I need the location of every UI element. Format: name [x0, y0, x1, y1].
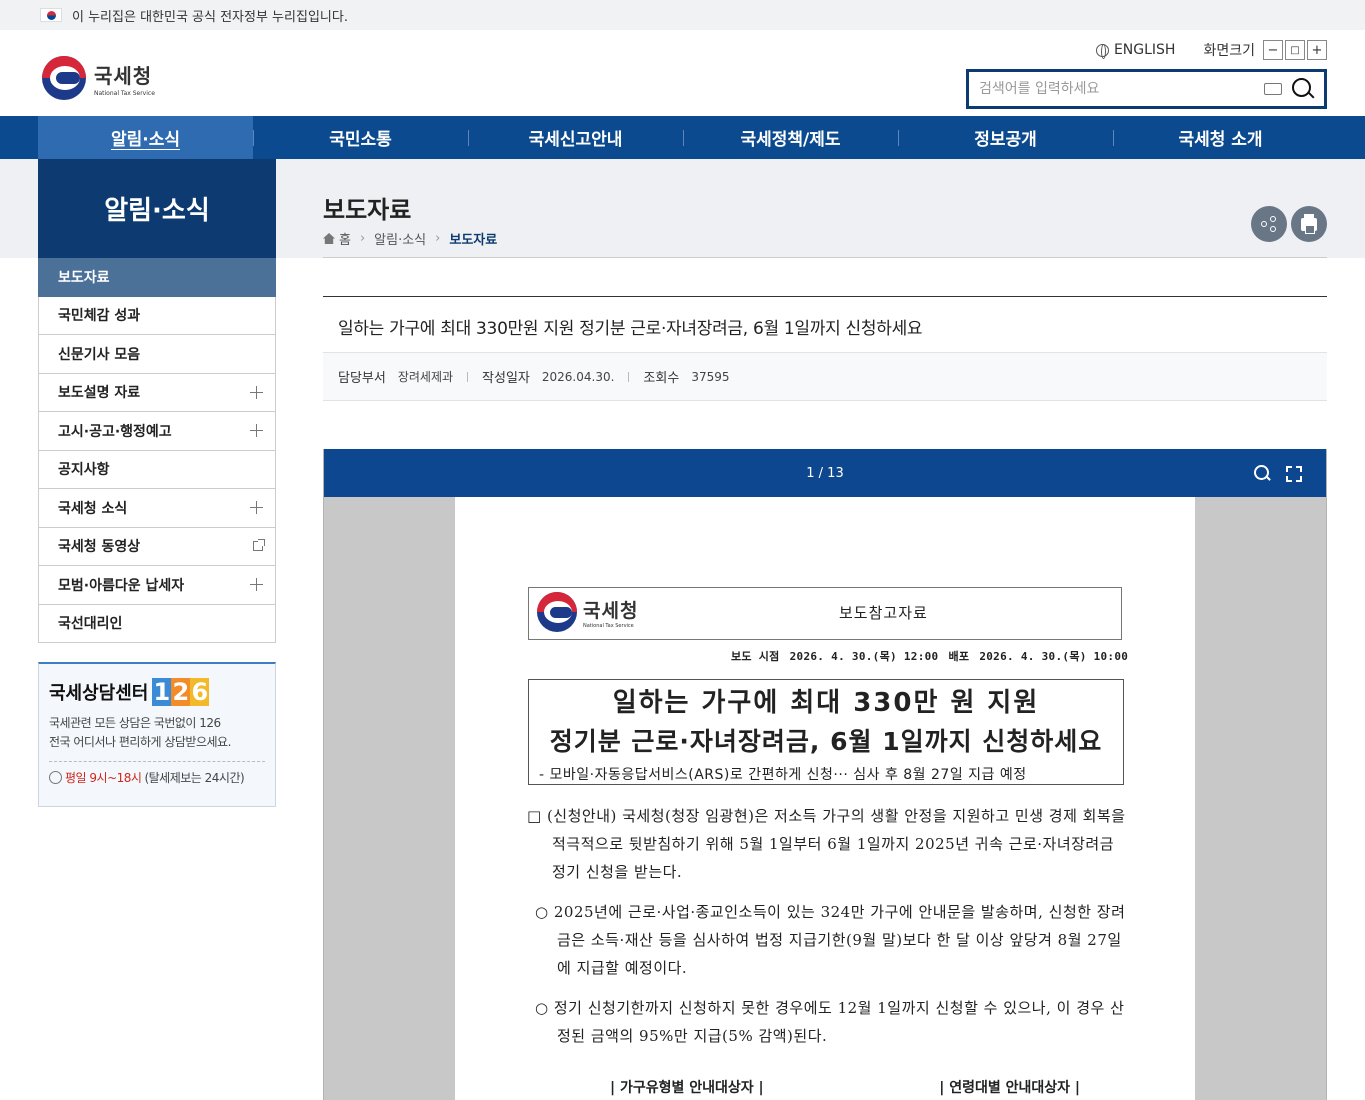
views-label: 조회수 — [643, 371, 680, 386]
counsel-hours: 평일 9시~18시 — [65, 771, 142, 785]
counsel-hours-note: (탈세제보는 24시간) — [144, 771, 245, 785]
lnb-item-model-taxpayer[interactable]: 모범·아름다운 납세자 — [38, 566, 276, 605]
chevron-right-icon: › — [435, 231, 441, 246]
doc-release-info: 보도 시점 2026. 4. 30.(목) 12:00 배포 2026. 4. 30.… — [731, 650, 1129, 663]
post-title: 일하는 가구에 최대 330만원 지원 정기분 근로·자녀장려금, 6월 1일까… — [323, 296, 1327, 353]
doc-logo-english: National Tax Service — [583, 622, 634, 629]
nts-logo[interactable]: 국세청 National Tax Service — [42, 56, 155, 100]
breadcrumb-news[interactable]: 알림·소식 — [374, 229, 426, 248]
doc-table-headers: | 가구유형별 안내대상자 | | 연령대별 안내대상자 | — [610, 1077, 1080, 1097]
breadcrumb: 홈 › 알림·소식 › 보도자료 — [323, 229, 497, 248]
gov-banner: 이 누리집은 대한민국 공식 전자정부 누리집입니다. — [0, 0, 1365, 30]
doc-table-heading-household: | 가구유형별 안내대상자 | — [610, 1080, 764, 1096]
views-value: 37595 — [691, 369, 730, 384]
home-icon — [323, 233, 335, 244]
lnb-item-videos[interactable]: 국세청 동영상 — [38, 527, 276, 566]
taegeuk-logo-icon — [42, 56, 86, 100]
lnb-item-notices-announcements[interactable]: 고시·공고·행정예고 — [38, 412, 276, 451]
breadcrumb-home[interactable]: 홈 — [339, 229, 351, 248]
font-increase-button[interactable]: + — [1307, 40, 1327, 60]
expand-plus-icon[interactable] — [250, 501, 263, 514]
lnb-item-public-agent[interactable]: 국선대리인 — [38, 604, 276, 643]
viewer-toolbar: 1 / 13 — [324, 449, 1326, 497]
font-reset-button[interactable]: □ — [1285, 40, 1305, 60]
divider — [323, 257, 1327, 258]
main-nav: 알림·소식 국민소통 국세신고안내 국세정책/제도 정보공개 국세청 소개 — [0, 116, 1365, 159]
korea-flag-icon — [40, 8, 62, 22]
doc-table-heading-age: | 연령대별 안내대상자 | — [939, 1080, 1080, 1096]
lnb-item-performance[interactable]: 국민체감 성과 — [38, 296, 276, 335]
font-size-label: 화면크기 — [1203, 43, 1255, 59]
doc-title-line2: 정기분 근로·자녀장려금, 6월 1일까지 신청하세요 — [549, 727, 1103, 756]
date-value: 2026.04.30. — [541, 369, 615, 384]
share-icon — [1261, 216, 1277, 232]
logo-korean: 국세청 — [94, 63, 153, 88]
nav-item-disclosure[interactable]: 정보공개 — [898, 116, 1113, 159]
expand-plus-icon[interactable] — [250, 424, 263, 437]
chevron-right-icon: › — [359, 231, 366, 246]
search-box — [966, 69, 1327, 109]
share-button[interactable] — [1251, 206, 1287, 242]
doc-paragraph-3: ○ 정기 신청기한까지 신청하지 못한 경우에도 12월 1일까지 신청할 수 … — [535, 999, 1125, 1045]
doc-title-line1: 일하는 가구에 최대 330만 원 지원 — [612, 688, 1040, 718]
search-input[interactable] — [969, 72, 1264, 106]
clock-icon — [49, 771, 62, 784]
counsel-number: 126 — [152, 678, 210, 706]
dept-value: 장려세제과 — [397, 370, 454, 384]
dept-label: 담당부서 — [338, 371, 386, 386]
lnb-item-news-clips[interactable]: 신문기사 모음 — [38, 335, 276, 374]
doc-paragraph-2: ○ 2025년에 근로·사업·종교인소득이 있는 324만 가구에 안내문을 발… — [535, 903, 1126, 977]
nav-item-about[interactable]: 국세청 소개 — [1113, 116, 1328, 159]
breadcrumb-current: 보도자료 — [449, 233, 498, 248]
side-menu: 보도자료 국민체감 성과 신문기사 모음 보도설명 자료 고시·공고·행정예고 … — [38, 258, 276, 643]
viewer-search-icon[interactable] — [1254, 465, 1270, 481]
doc-type: 보도참고자료 — [839, 604, 928, 622]
date-label: 작성일자 — [482, 371, 530, 386]
counsel-title: 국세상담센터 — [49, 683, 149, 704]
nav-item-news[interactable]: 알림·소식 — [38, 116, 253, 159]
header: 국세청 National Tax Service ENGLISH 화면크기 − … — [0, 30, 1365, 116]
doc-subtitle: - 모바일·자동응답서비스(ARS)로 간편하게 신청··· 심사 후 8월 2… — [539, 767, 1027, 783]
english-link[interactable]: ENGLISH — [1095, 42, 1175, 59]
search-icon[interactable] — [1292, 78, 1314, 100]
page-title: 보도자료 — [323, 196, 412, 224]
utility-bar: ENGLISH 화면크기 − □ + — [1095, 40, 1327, 60]
document-page: 국세청 National Tax Service 보도참고자료 보도 시점 202… — [455, 497, 1195, 1100]
globe-icon — [1095, 43, 1109, 59]
lnb-item-press-explanation[interactable]: 보도설명 자료 — [38, 373, 276, 412]
print-button[interactable] — [1291, 206, 1327, 242]
printer-icon — [1301, 213, 1317, 234]
nav-item-tax-policy[interactable]: 국세정책/제도 — [683, 116, 898, 159]
font-decrease-button[interactable]: − — [1263, 40, 1283, 60]
doc-header: 국세청 National Tax Service 보도참고자료 — [528, 587, 1122, 640]
expand-plus-icon[interactable] — [250, 578, 263, 591]
lnb-item-notice[interactable]: 공지사항 — [38, 450, 276, 489]
lnb-title: 알림·소식 — [38, 159, 276, 258]
counsel-desc-1: 국세관련 모든 상담은 국번없이 126 — [49, 716, 221, 730]
external-link-icon — [253, 538, 265, 551]
page-indicator: 1 / 13 — [806, 465, 844, 481]
nav-item-communication[interactable]: 국민소통 — [253, 116, 468, 159]
taegeuk-logo-icon — [537, 592, 577, 632]
document-viewer[interactable]: 1 / 13 국세청 National Tax Service 보도참고자료 보… — [323, 449, 1327, 1100]
expand-plus-icon[interactable] — [250, 385, 263, 399]
counsel-desc-2: 전국 어디서나 편리하게 상담받으세요. — [49, 735, 231, 749]
doc-title-box: 일하는 가구에 최대 330만 원 지원 정기분 근로·자녀장려금, 6월 1일… — [528, 679, 1124, 785]
doc-body: □ (신청안내) 국세청(청장 임광현)은 저소득 가구의 생활 안정을 지원하… — [527, 802, 1127, 1050]
post-meta: 담당부서 장려세제과 작성일자 2026.04.30. 조회수 37595 — [323, 353, 1327, 401]
logo-english: National Tax Service — [94, 89, 155, 97]
fullscreen-icon[interactable] — [1286, 466, 1302, 482]
counsel-center-banner[interactable]: 국세상담센터 126 국세관련 모든 상담은 국번없이 126 전국 어디서나 … — [38, 662, 276, 807]
doc-paragraph-1: □ (신청안내) 국세청(청장 임광현)은 저소득 가구의 생활 안정을 지원하… — [527, 807, 1126, 881]
gov-banner-text: 이 누리집은 대한민국 공식 전자정부 누리집입니다. — [72, 9, 348, 25]
nav-item-tax-filing[interactable]: 국세신고안내 — [468, 116, 683, 159]
lnb-item-nts-news[interactable]: 국세청 소식 — [38, 489, 276, 528]
doc-logo-korean: 국세청 — [583, 599, 639, 622]
lnb-item-press[interactable]: 보도자료 — [38, 258, 276, 297]
keyboard-icon[interactable] — [1264, 83, 1282, 95]
